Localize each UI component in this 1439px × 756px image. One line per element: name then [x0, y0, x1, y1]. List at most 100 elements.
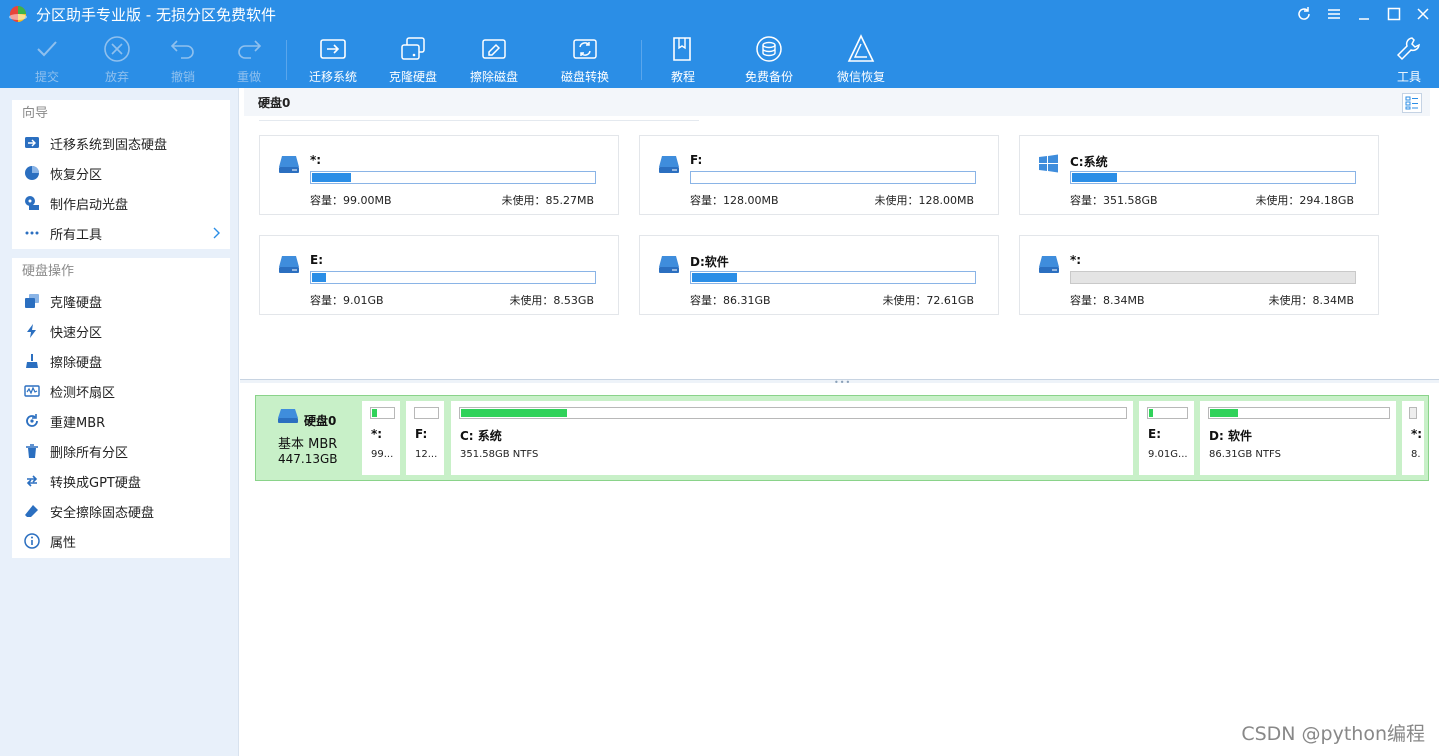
sidebar-item-clone-disk[interactable]: 克隆硬盘 [12, 286, 230, 316]
pie-icon [25, 166, 39, 180]
partition-card[interactable]: *: 容量：99.00MB 未使用：85.27MB [259, 135, 619, 215]
wrench-icon [1396, 37, 1420, 61]
view-toggle-button[interactable] [1402, 93, 1422, 113]
menu-icon [1328, 9, 1340, 19]
sidebar-item-all-tools[interactable]: 所有工具 [12, 218, 230, 248]
windows-icon [1039, 154, 1058, 173]
usage-bar [310, 171, 596, 184]
recovery-icon [847, 34, 875, 62]
drive-icon [279, 156, 299, 173]
drive-icon [1039, 256, 1059, 273]
close-icon [1417, 8, 1429, 20]
redo-button[interactable]: 重做 [232, 32, 266, 88]
minimize-button[interactable] [1354, 4, 1374, 24]
disk-convert-button[interactable]: 磁盘转换 [558, 32, 612, 88]
disk-header-title: 硬盘0 [258, 96, 291, 110]
sidebar-item-delete-all-partitions[interactable]: 删除所有分区 [12, 436, 230, 466]
sidebar-item-check-bad-sectors[interactable]: 检测坏扇区 [12, 376, 230, 406]
maximize-button[interactable] [1384, 4, 1404, 24]
undo-button[interactable]: 撤销 [166, 32, 200, 88]
main-area: 硬盘0 *: 容量：99.00MB 未使用：85.27MB F: 容量：128.… [240, 88, 1439, 756]
info-icon [24, 533, 40, 549]
drive-icon [278, 409, 298, 423]
disk-map[interactable]: 硬盘0 基本 MBR 447.13GB *: 99... F: 12... C:… [255, 395, 1429, 481]
sidebar-item-boot-disc[interactable]: 制作启动光盘 [12, 188, 230, 218]
partition-block[interactable]: F: 12... [406, 401, 444, 475]
close-button[interactable] [1413, 4, 1433, 24]
usage-bar [1070, 171, 1356, 184]
discard-button[interactable]: 放弃 [100, 32, 134, 88]
book-icon [673, 37, 691, 61]
partition-usage-bar [370, 407, 395, 419]
wechat-recovery-button[interactable]: 微信恢复 [833, 32, 889, 88]
usage-bar [1070, 271, 1356, 284]
migrate-ssd-icon [25, 137, 39, 148]
partition-block[interactable]: C: 系统 351.58GB NTFS [451, 401, 1133, 475]
partition-usage-bar [414, 407, 439, 419]
rebuild-icon [26, 414, 38, 427]
migrate-os-button[interactable]: 迁移系统 [306, 32, 360, 88]
disk-ops-title: 硬盘操作 [22, 264, 75, 279]
sidebar-item-migrate-ssd[interactable]: 迁移系统到固态硬盘 [12, 128, 230, 158]
disk-convert-icon [573, 39, 597, 59]
drive-icon [659, 156, 679, 173]
tutorial-button[interactable]: 教程 [666, 32, 700, 88]
wipe-disk-button[interactable]: 擦除磁盘 [467, 32, 521, 88]
partition-card[interactable]: C:系统 容量：351.58GB 未使用：294.18GB [1019, 135, 1379, 215]
redo-icon [238, 40, 262, 59]
list-view-icon [1405, 96, 1418, 110]
sidebar-item-rebuild-mbr[interactable]: 重建MBR [12, 406, 230, 436]
migrate-os-icon [320, 39, 346, 59]
sidebar-item-wipe-disk[interactable]: 擦除硬盘 [12, 346, 230, 376]
wizard-panel: 向导 迁移系统到固态硬盘 恢复分区 制作启动光盘 所有工具 [12, 100, 230, 249]
boot-disc-icon [25, 196, 39, 210]
watermark: CSDN @python编程 [1241, 723, 1425, 745]
toolbar-separator [641, 40, 642, 80]
drive-icon [659, 256, 679, 273]
sidebar-item-secure-erase-ssd[interactable]: 安全擦除固态硬盘 [12, 496, 230, 526]
partition-block[interactable]: E: 9.01G... [1139, 401, 1194, 475]
splitter-grip-icon: ••• [834, 378, 852, 387]
maximize-icon [1387, 7, 1401, 21]
menu-button[interactable] [1324, 4, 1344, 24]
partition-usage-bar [1147, 407, 1188, 419]
disk-ops-panel: 硬盘操作 克隆硬盘 快速分区 擦除硬盘 检测坏扇区 重建MBR 删除所有分区 转… [12, 258, 230, 558]
partition-block[interactable]: D: 软件 86.31GB NTFS [1200, 401, 1396, 475]
sidebar-item-recover-partition[interactable]: 恢复分区 [12, 158, 230, 188]
partition-card[interactable]: D:软件 容量：86.31GB 未使用：72.61GB [639, 235, 999, 315]
partition-usage-bar [459, 407, 1127, 419]
sidebar-item-convert-gpt[interactable]: 转换成GPT硬盘 [12, 466, 230, 496]
usage-bar [690, 271, 976, 284]
partition-card[interactable]: E: 容量：9.01GB 未使用：8.53GB [259, 235, 619, 315]
usage-bar [310, 271, 596, 284]
convert-icon [26, 475, 38, 487]
clone-disk-icon [401, 37, 425, 60]
clone-icon [25, 294, 39, 308]
sidebar-item-properties[interactable]: 属性 [12, 526, 230, 556]
tools-button[interactable]: 工具 [1392, 32, 1426, 88]
cancel-circle-icon [104, 36, 130, 62]
chevron-right-icon [213, 227, 220, 239]
refresh-button[interactable] [1294, 4, 1314, 24]
submit-button[interactable]: 提交 [30, 32, 64, 88]
title-bar: 分区助手专业版 - 无损分区免费软件 [0, 0, 1439, 28]
app-title: 分区助手专业版 - 无损分区免费软件 [36, 6, 276, 24]
backup-icon [756, 36, 782, 62]
check-icon [37, 41, 57, 57]
partition-block[interactable]: *: 99... [362, 401, 400, 475]
usage-bar [690, 171, 976, 184]
partition-block[interactable]: *: 8. [1402, 401, 1424, 475]
partition-usage-bar [1409, 407, 1417, 419]
partition-card[interactable]: *: 容量：8.34MB 未使用：8.34MB [1019, 235, 1379, 315]
pane-splitter[interactable]: ••• [240, 378, 1439, 387]
app-header: 分区助手专业版 - 无损分区免费软件 提交 放弃 撤销 重做 迁移系统 克隆硬盘… [0, 0, 1439, 88]
eraser-icon [25, 505, 38, 517]
lightning-icon [27, 324, 36, 338]
sidebar-item-quick-partition[interactable]: 快速分区 [12, 316, 230, 346]
trash-icon [26, 444, 38, 458]
drive-icon [279, 256, 299, 273]
free-backup-button[interactable]: 免费备份 [741, 32, 797, 88]
minimize-icon [1359, 18, 1369, 20]
partition-card[interactable]: F: 容量：128.00MB 未使用：128.00MB [639, 135, 999, 215]
clone-disk-button[interactable]: 克隆硬盘 [386, 32, 440, 88]
